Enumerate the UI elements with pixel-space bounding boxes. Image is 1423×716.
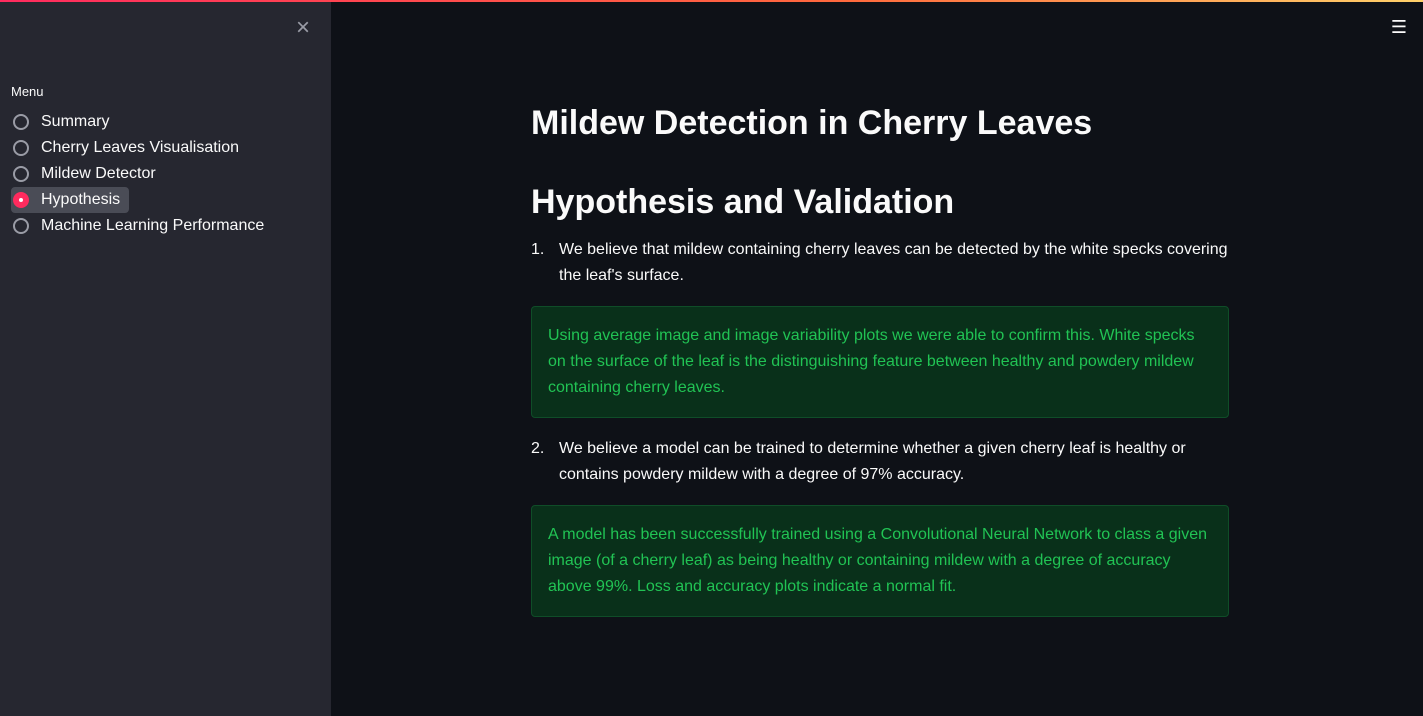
menu-item-label: Summary — [41, 113, 110, 130]
section-heading: Hypothesis and Validation — [531, 183, 955, 221]
radio-selected-icon[interactable] — [13, 192, 29, 208]
radio-circle-icon[interactable] — [13, 140, 29, 156]
close-sidebar-icon[interactable]: × — [292, 16, 314, 40]
radio-circle-icon[interactable] — [13, 218, 29, 234]
success-message-text: Using average image and image variabilit… — [548, 327, 1195, 396]
menu-label: Menu — [11, 84, 44, 99]
success-message: A model has been successfully trained us… — [531, 505, 1229, 617]
hamburger-menu-icon[interactable]: ☰ — [1389, 17, 1409, 37]
menu-item-label: Machine Learning Performance — [41, 217, 265, 234]
menu-item-label: Mildew Detector — [41, 165, 156, 182]
menu-item-label: Hypothesis — [41, 191, 121, 208]
hypothesis-item: 2. We believe a model can be trained to … — [531, 436, 1229, 488]
hypothesis-item: 1. We believe that mildew containing che… — [531, 237, 1229, 289]
radio-circle-icon[interactable] — [13, 166, 29, 182]
hypothesis-text: We believe a model can be trained to det… — [559, 440, 1186, 483]
menu-item-mildew-detector[interactable]: Mildew Detector — [11, 161, 165, 187]
menu-item-summary[interactable]: Summary — [11, 109, 118, 135]
hypothesis-number: 2. — [531, 440, 545, 457]
hypothesis-text: We believe that mildew containing cherry… — [559, 241, 1228, 284]
page-title: Mildew Detection in Cherry Leaves — [531, 104, 1093, 142]
success-message: Using average image and image variabilit… — [531, 306, 1229, 418]
hypothesis-list: 1. We believe that mildew containing che… — [531, 237, 1229, 289]
menu-item-cherry-leaves-visualisation[interactable]: Cherry Leaves Visualisation — [11, 135, 248, 161]
menu-item-machine-learning-performance[interactable]: Machine Learning Performance — [11, 213, 273, 239]
hypothesis-list: 2. We believe a model can be trained to … — [531, 436, 1229, 488]
radio-circle-icon[interactable] — [13, 114, 29, 130]
main-content: Mildew Detection in Cherry Leaves Hypoth… — [531, 100, 1229, 617]
sidebar: × Menu Summary Cherry Leaves Visualisati… — [0, 2, 331, 716]
success-message-text: A model has been successfully trained us… — [548, 526, 1208, 595]
hypothesis-number: 1. — [531, 241, 545, 258]
menu-radio-group: Summary Cherry Leaves Visualisation Mild… — [11, 109, 273, 239]
menu-item-hypothesis[interactable]: Hypothesis — [11, 187, 130, 213]
menu-item-label: Cherry Leaves Visualisation — [41, 139, 240, 156]
